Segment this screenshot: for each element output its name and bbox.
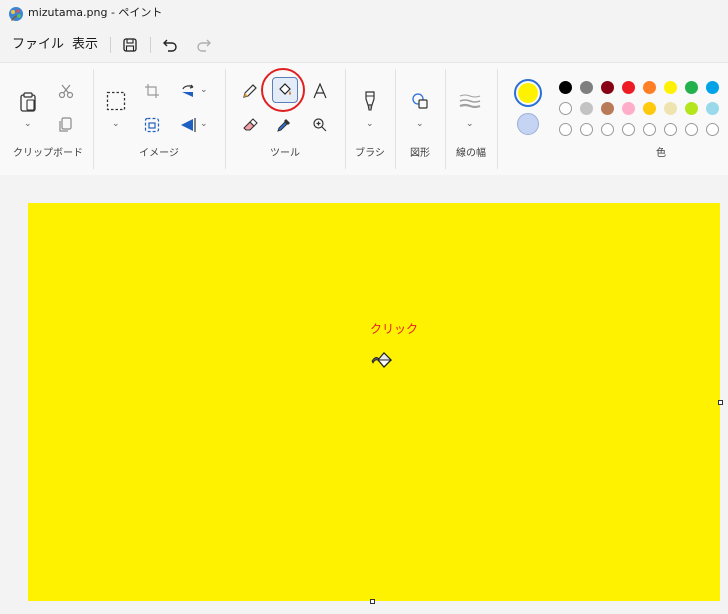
palette-color-swatch[interactable] xyxy=(622,81,635,94)
undo-icon[interactable] xyxy=(160,35,180,55)
palette-color-swatch[interactable] xyxy=(685,81,698,94)
magnifier-icon[interactable] xyxy=(308,113,332,137)
palette-color-swatch[interactable] xyxy=(643,81,656,94)
crop-icon[interactable] xyxy=(140,79,164,103)
palette-color-swatch[interactable] xyxy=(622,102,635,115)
shapes-group-label: 図形 xyxy=(410,148,430,159)
palette-color-swatch[interactable] xyxy=(559,81,572,94)
click-annotation: クリック xyxy=(370,322,419,336)
custom-color-slot[interactable] xyxy=(685,123,698,136)
flip-icon[interactable] xyxy=(176,113,200,137)
custom-color-slot[interactable] xyxy=(559,123,572,136)
text-icon[interactable] xyxy=(308,79,332,103)
custom-color-slot[interactable] xyxy=(643,123,656,136)
custom-color-slot[interactable] xyxy=(706,123,719,136)
resize-handle-bottom[interactable] xyxy=(370,599,375,604)
menu-separator xyxy=(110,37,111,53)
copy-icon[interactable] xyxy=(54,113,78,137)
fill-bucket-cursor-icon xyxy=(370,349,394,371)
palette-color-swatch[interactable] xyxy=(601,81,614,94)
image-group-label: イメージ xyxy=(139,148,179,159)
stroke-width-icon[interactable] xyxy=(458,89,482,113)
select-icon[interactable] xyxy=(104,89,128,113)
rotate-icon[interactable] xyxy=(176,79,200,103)
menu-view[interactable]: 表示 xyxy=(72,36,98,54)
colors-group-label: 色 xyxy=(656,148,666,159)
brush-icon[interactable] xyxy=(358,89,382,113)
custom-color-slot[interactable] xyxy=(580,123,593,136)
save-icon[interactable] xyxy=(120,35,140,55)
pencil-icon[interactable] xyxy=(238,79,262,103)
palette-color-swatch[interactable] xyxy=(601,102,614,115)
palette-color-swatch[interactable] xyxy=(706,81,719,94)
paste-dropdown-icon[interactable]: ⌄ xyxy=(24,119,32,129)
palette-color-swatch[interactable] xyxy=(580,81,593,94)
resize-icon[interactable] xyxy=(140,113,164,137)
stroke-width-group-label: 線の幅 xyxy=(456,148,486,159)
title-bar: mizutama.png - ペイント xyxy=(0,0,728,28)
clipboard-group-label: クリップボード xyxy=(13,148,83,159)
shapes-dropdown-icon[interactable]: ⌄ xyxy=(416,119,424,129)
redo-icon[interactable] xyxy=(194,35,214,55)
menu-file[interactable]: ファイル xyxy=(12,36,64,54)
brush-group-label: ブラシ xyxy=(355,148,385,159)
brush-dropdown-icon[interactable]: ⌄ xyxy=(366,119,374,129)
flip-dropdown-icon[interactable]: ⌄ xyxy=(200,119,208,129)
paste-icon[interactable] xyxy=(16,89,40,115)
canvas-area: クリック xyxy=(0,175,728,614)
fill-tool-highlight-circle xyxy=(261,68,305,112)
stroke-width-dropdown-icon[interactable]: ⌄ xyxy=(466,119,474,129)
color-picker-icon[interactable] xyxy=(272,113,296,137)
menu-bar: ファイル 表示 xyxy=(0,28,728,62)
palette-color-swatch[interactable] xyxy=(664,81,677,94)
tools-group-label: ツール xyxy=(270,148,300,159)
secondary-color-swatch[interactable] xyxy=(517,113,539,135)
drawing-canvas[interactable]: クリック xyxy=(28,203,720,601)
shapes-icon[interactable] xyxy=(408,89,432,113)
select-dropdown-icon[interactable]: ⌄ xyxy=(112,119,120,129)
palette-color-swatch[interactable] xyxy=(706,102,719,115)
custom-color-slot[interactable] xyxy=(664,123,677,136)
custom-color-slot[interactable] xyxy=(601,123,614,136)
window-title: mizutama.png - ペイント xyxy=(28,6,163,19)
ribbon-toolbar: ⌄ クリップボード ⌄ ⌄ ⌄ イメージ ツール ⌄ ブラシ ⌄ 図形 ⌄ 線の… xyxy=(0,62,728,176)
menu-separator xyxy=(150,37,151,53)
resize-handle-right[interactable] xyxy=(718,400,723,405)
primary-color-swatch[interactable] xyxy=(514,79,542,107)
paint-app-icon xyxy=(9,7,23,21)
palette-color-swatch[interactable] xyxy=(664,102,677,115)
palette-color-swatch[interactable] xyxy=(559,102,572,115)
cut-icon[interactable] xyxy=(54,79,78,103)
rotate-dropdown-icon[interactable]: ⌄ xyxy=(200,85,208,95)
palette-color-swatch[interactable] xyxy=(643,102,656,115)
palette-color-swatch[interactable] xyxy=(580,102,593,115)
palette-color-swatch[interactable] xyxy=(685,102,698,115)
eraser-icon[interactable] xyxy=(238,113,262,137)
custom-color-slot[interactable] xyxy=(622,123,635,136)
